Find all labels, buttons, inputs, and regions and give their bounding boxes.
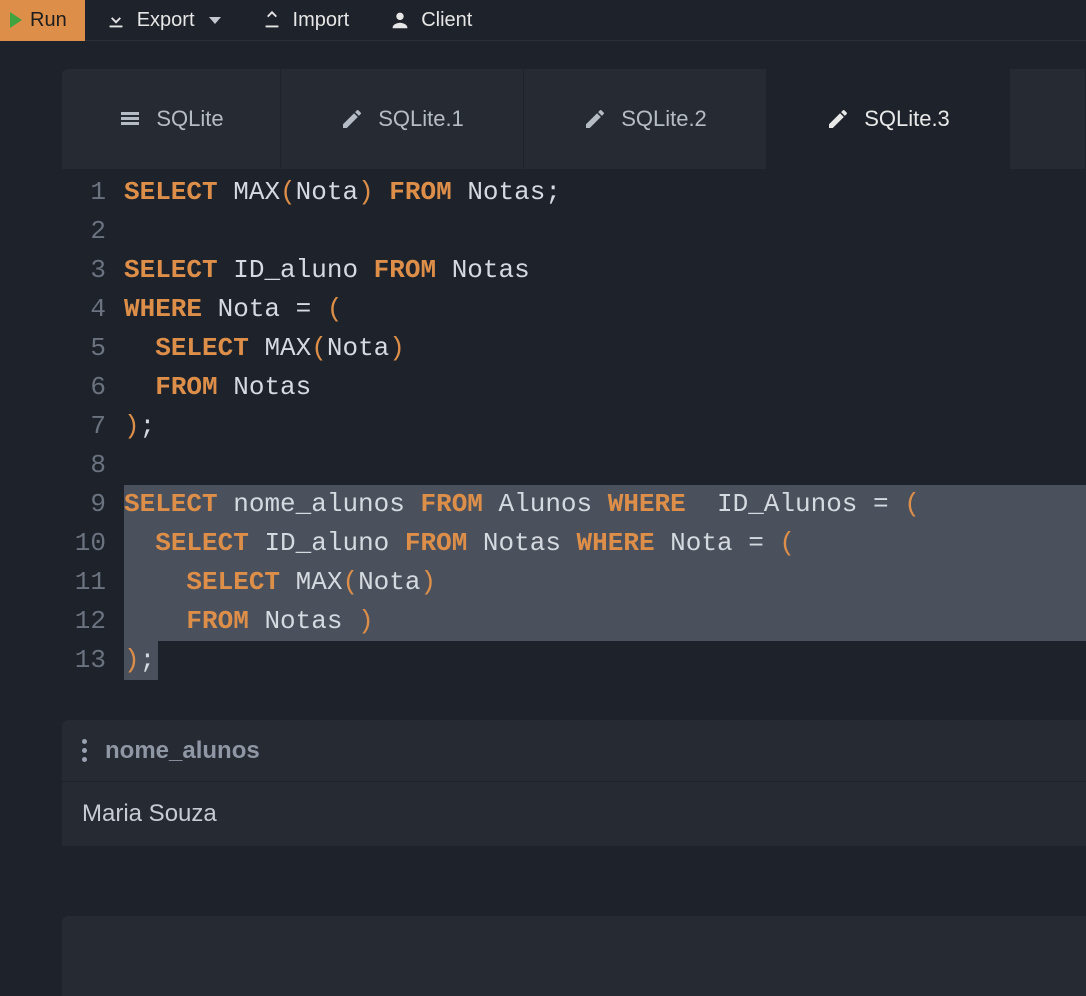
code-line[interactable]: 5 SELECT MAX(Nota)	[62, 329, 1086, 368]
code-content: SELECT nome_alunos FROM Alunos WHERE ID_…	[124, 485, 920, 524]
code-content: WHERE Nota = (	[124, 290, 342, 329]
run-button[interactable]: Run	[0, 0, 85, 41]
result-row[interactable]: Maria Souza	[62, 782, 1086, 846]
line-number: 7	[62, 407, 124, 446]
database-icon	[118, 107, 142, 131]
line-number: 9	[62, 485, 124, 524]
line-number: 10	[62, 524, 124, 563]
result-table: nome_alunos Maria Souza	[62, 720, 1086, 846]
code-line[interactable]: 4WHERE Nota = (	[62, 290, 1086, 329]
tab-sqlite-3[interactable]: SQLite.3	[767, 69, 1010, 169]
play-icon	[10, 12, 22, 28]
tab-sqlite[interactable]: SQLite	[62, 69, 281, 169]
export-label: Export	[137, 9, 195, 32]
line-number: 13	[62, 641, 124, 680]
code-line[interactable]: 7);	[62, 407, 1086, 446]
code-content: );	[124, 407, 155, 446]
line-number: 4	[62, 290, 124, 329]
tab-label: SQLite	[156, 106, 223, 132]
line-number: 11	[62, 563, 124, 602]
edit-icon	[340, 107, 364, 131]
lower-panel	[62, 916, 1086, 996]
tab-label: SQLite.1	[378, 106, 464, 132]
kebab-icon[interactable]	[82, 739, 87, 762]
code-line[interactable]: 10 SELECT ID_aluno FROM Notas WHERE Nota…	[62, 524, 1086, 563]
code-content: FROM Notas	[124, 368, 311, 407]
run-label: Run	[30, 9, 67, 32]
left-gutter	[0, 69, 62, 996]
top-toolbar: Run Export Import Client	[0, 0, 1086, 41]
tab-label: SQLite.2	[621, 106, 707, 132]
code-content: SELECT ID_aluno FROM Notas WHERE Nota = …	[124, 524, 795, 563]
line-number: 1	[62, 173, 124, 212]
code-line[interactable]: 11 SELECT MAX(Nota)	[62, 563, 1086, 602]
client-icon	[389, 9, 411, 31]
main-area: SQLite SQLite.1 SQLite.2 SQLite.3 1SELEC…	[0, 41, 1086, 996]
import-label: Import	[293, 9, 350, 32]
sql-editor[interactable]: 1SELECT MAX(Nota) FROM Notas;23SELECT ID…	[62, 169, 1086, 680]
code-content: SELECT ID_aluno FROM Notas	[124, 251, 530, 290]
download-icon	[105, 9, 127, 31]
tab-overflow[interactable]	[1010, 69, 1086, 169]
client-label: Client	[421, 9, 472, 32]
line-number: 5	[62, 329, 124, 368]
column-header[interactable]: nome_alunos	[105, 737, 260, 765]
code-content: );	[124, 641, 155, 680]
line-number: 12	[62, 602, 124, 641]
line-number: 8	[62, 446, 124, 485]
tab-label: SQLite.3	[864, 106, 950, 132]
client-button[interactable]: Client	[369, 9, 492, 32]
content-column: SQLite SQLite.1 SQLite.2 SQLite.3 1SELEC…	[62, 69, 1086, 996]
import-button[interactable]: Import	[241, 9, 370, 32]
chevron-down-icon	[209, 17, 221, 24]
line-number: 6	[62, 368, 124, 407]
code-content: SELECT MAX(Nota)	[124, 329, 405, 368]
code-line[interactable]: 6 FROM Notas	[62, 368, 1086, 407]
code-line[interactable]: 1SELECT MAX(Nota) FROM Notas;	[62, 173, 1086, 212]
code-line[interactable]: 12 FROM Notas )	[62, 602, 1086, 641]
code-content: SELECT MAX(Nota)	[124, 563, 436, 602]
line-number: 3	[62, 251, 124, 290]
code-line[interactable]: 9SELECT nome_alunos FROM Alunos WHERE ID…	[62, 485, 1086, 524]
code-line[interactable]: 3SELECT ID_aluno FROM Notas	[62, 251, 1086, 290]
tab-strip: SQLite SQLite.1 SQLite.2 SQLite.3	[62, 69, 1086, 169]
code-line[interactable]: 2	[62, 212, 1086, 251]
cell-value: Maria Souza	[82, 800, 217, 827]
code-line[interactable]: 8	[62, 446, 1086, 485]
upload-icon	[261, 9, 283, 31]
edit-icon	[583, 107, 607, 131]
code-line[interactable]: 13);	[62, 641, 1086, 680]
export-button[interactable]: Export	[85, 9, 241, 32]
result-header: nome_alunos	[62, 720, 1086, 782]
tab-sqlite-1[interactable]: SQLite.1	[281, 69, 524, 169]
code-content: SELECT MAX(Nota) FROM Notas;	[124, 173, 561, 212]
edit-icon	[826, 107, 850, 131]
code-content: FROM Notas )	[124, 602, 374, 641]
tab-sqlite-2[interactable]: SQLite.2	[524, 69, 767, 169]
line-number: 2	[62, 212, 124, 251]
